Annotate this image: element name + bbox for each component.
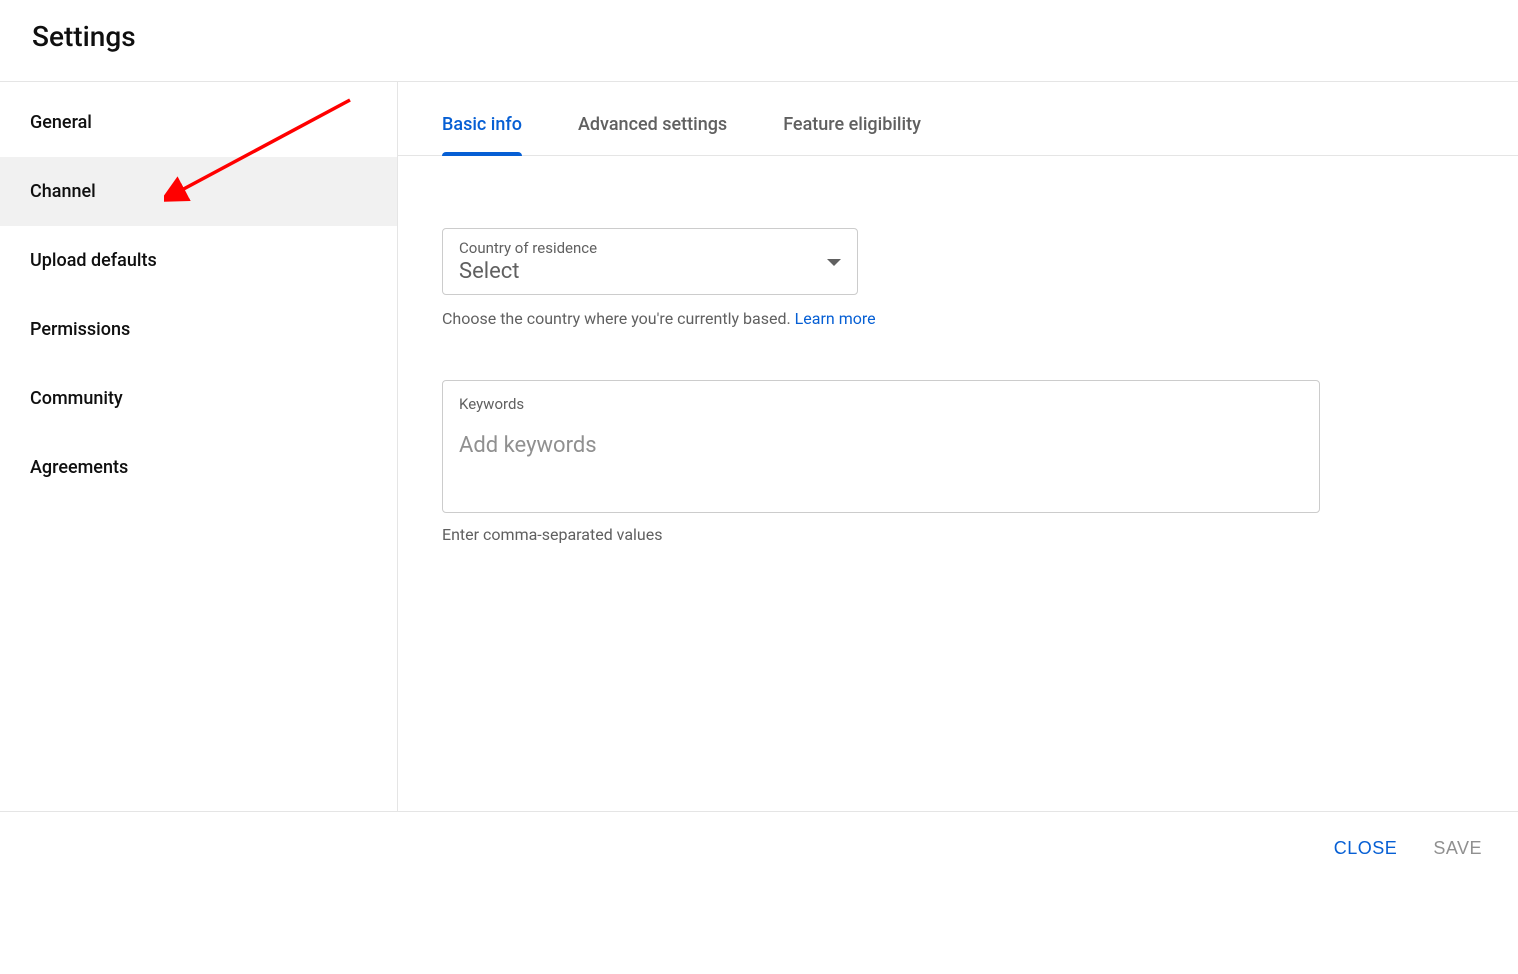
form-area: Country of residence Select Choose the c… (398, 156, 1518, 544)
keywords-label: Keywords (459, 395, 1303, 413)
sidebar-item-general[interactable]: General (0, 88, 397, 157)
country-label: Country of residence (459, 239, 597, 257)
tab-bar: Basic info Advanced settings Feature eli… (398, 82, 1518, 156)
page-title: Settings (32, 20, 1486, 53)
settings-sidebar: General Channel Upload defaults Permissi… (0, 82, 398, 811)
keywords-helper: Enter comma-separated values (442, 525, 1474, 544)
sidebar-item-agreements[interactable]: Agreements (0, 433, 397, 502)
sidebar-item-upload-defaults[interactable]: Upload defaults (0, 226, 397, 295)
tab-label: Advanced settings (578, 114, 727, 135)
sidebar-item-label: Upload defaults (30, 250, 157, 271)
sidebar-item-label: General (30, 112, 92, 133)
tab-label: Feature eligibility (783, 114, 921, 135)
sidebar-item-label: Community (30, 388, 123, 409)
sidebar-item-permissions[interactable]: Permissions (0, 295, 397, 364)
sidebar-item-label: Agreements (30, 457, 128, 478)
country-helper-text: Choose the country where you're currentl… (442, 309, 795, 328)
tab-feature-eligibility[interactable]: Feature eligibility (783, 114, 921, 155)
sidebar-item-channel[interactable]: Channel (0, 157, 397, 226)
sidebar-item-label: Permissions (30, 319, 130, 340)
dialog-header: Settings (0, 0, 1518, 82)
keywords-placeholder: Add keywords (459, 433, 1303, 458)
tab-basic-info[interactable]: Basic info (442, 114, 522, 155)
keywords-input[interactable]: Keywords Add keywords (442, 380, 1320, 513)
sidebar-item-community[interactable]: Community (0, 364, 397, 433)
sidebar-item-label: Channel (30, 181, 96, 202)
select-inner: Country of residence Select (459, 239, 597, 284)
dialog-body: General Channel Upload defaults Permissi… (0, 82, 1518, 812)
country-helper: Choose the country where you're currentl… (442, 309, 1474, 328)
save-button[interactable]: Save (1433, 838, 1482, 859)
country-select[interactable]: Country of residence Select (442, 228, 858, 295)
content-panel: Basic info Advanced settings Feature eli… (398, 82, 1518, 811)
learn-more-link[interactable]: Learn more (795, 309, 876, 328)
tab-advanced-settings[interactable]: Advanced settings (578, 114, 727, 155)
caret-down-icon (827, 252, 841, 271)
tab-label: Basic info (442, 114, 522, 135)
country-value: Select (459, 259, 597, 284)
dialog-footer: Close Save (0, 812, 1518, 885)
close-button[interactable]: Close (1334, 838, 1398, 859)
